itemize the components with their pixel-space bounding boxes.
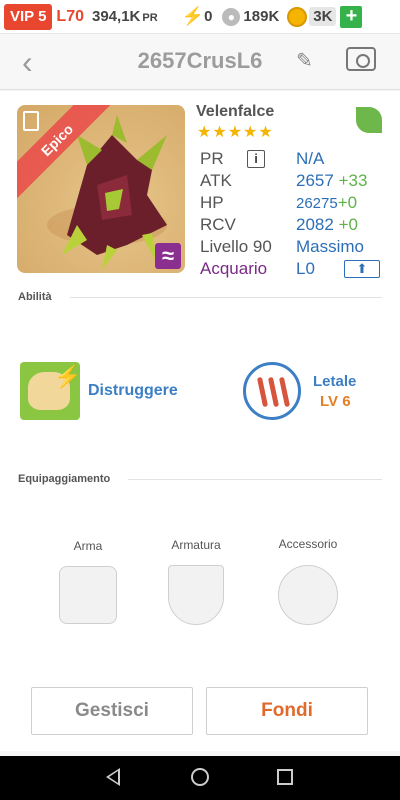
page-header: ‹ 2657CrusL6 ✎ <box>0 34 400 90</box>
nav-recents-icon[interactable] <box>277 769 293 785</box>
power-value: 394,1K <box>92 8 141 25</box>
trait-level: LV 6 <box>320 393 351 410</box>
stat-label: Acquario <box>200 259 268 278</box>
leaf-element-icon <box>356 107 382 133</box>
stat-bonus: +0 <box>337 193 358 212</box>
stat-label: Livello 90 <box>200 237 272 256</box>
status-bar: VIP 5 L70 394,1K PR ⚡ 0 ● 189K 3K + <box>0 0 400 34</box>
divider <box>70 297 382 298</box>
stat-row-hp: HP 26275+0 <box>200 193 357 213</box>
power-unit: PR <box>142 12 158 24</box>
stat-value: 2657 <box>296 171 334 190</box>
stat-value: L0 <box>296 259 315 278</box>
claw-mark <box>278 376 291 408</box>
slot-label-accessory: Accessorio <box>278 537 338 551</box>
rating-stars: ★★★★★ <box>197 124 274 141</box>
nav-back-icon[interactable] <box>106 768 120 786</box>
player-level: L70 <box>56 7 84 25</box>
stat-row-rcv: RCV 2082 +0 <box>200 215 358 235</box>
nav-home-icon[interactable] <box>191 768 209 786</box>
trait-name[interactable]: Letale <box>313 373 356 390</box>
monster-name: Velenfalce <box>196 103 275 120</box>
info-icon[interactable]: i <box>247 150 265 168</box>
manage-button[interactable]: Gestisci <box>31 687 193 735</box>
section-ability-title: Abilità <box>18 291 52 303</box>
monster-portrait[interactable]: Epico ≈ <box>17 105 185 273</box>
skill-icon[interactable]: ⚡ <box>20 362 82 420</box>
stat-label: HP <box>200 193 224 212</box>
claw-mark <box>256 376 269 408</box>
claw-mark <box>267 376 280 408</box>
monster-detail-card: Epico ≈ Velenfalce ★★★★★ PR i N/A ATK 26… <box>0 91 400 751</box>
energy-value: 0 <box>204 8 213 25</box>
section-equipment-title: Equipaggiamento <box>18 473 111 485</box>
system-nav-bar <box>0 756 400 800</box>
weapon-slot[interactable] <box>59 566 117 624</box>
accessory-slot[interactable] <box>278 565 338 625</box>
vip-badge[interactable]: VIP 5 <box>4 3 53 30</box>
energy-icon: ⚡ <box>181 6 205 26</box>
stat-row-atk: ATK 2657 +33 <box>200 171 367 191</box>
claw-trait-icon[interactable] <box>243 362 301 420</box>
stat-value: Massimo <box>296 237 365 256</box>
slot-label-weapon: Arma <box>73 539 103 553</box>
level-up-arrow-icon[interactable]: ⬆ <box>344 260 380 278</box>
add-currency-button[interactable]: + <box>340 5 363 28</box>
stat-label: PR <box>200 149 224 168</box>
coin-value: 3K <box>309 7 337 26</box>
stat-label: RCV <box>200 215 236 234</box>
stat-row-pr: PR i N/A <box>200 149 324 169</box>
slot-label-armor: Armatura <box>171 538 221 552</box>
stat-value: 2082 <box>296 215 334 234</box>
skill-name[interactable]: Distruggere <box>88 382 178 400</box>
fuse-button[interactable]: Fondi <box>206 687 368 735</box>
power-rating: 394,1K PR <box>92 8 158 25</box>
stat-row-aquarium: Acquario L0 ⬆ <box>200 259 380 279</box>
element-wave-icon: ≈ <box>155 243 181 269</box>
page-title: 2657CrusL6 <box>137 48 263 73</box>
stat-value: 26275 <box>296 195 338 212</box>
stat-bonus: +0 <box>338 215 358 234</box>
divider <box>128 479 382 480</box>
camera-icon[interactable] <box>346 47 376 71</box>
stat-value: N/A <box>296 149 325 168</box>
lightning-icon: ⚡ <box>54 364 82 389</box>
stat-label: ATK <box>200 171 232 190</box>
document-icon <box>23 111 39 131</box>
stat-row-level: Livello 90 Massimo <box>200 237 364 257</box>
armor-slot[interactable] <box>168 565 224 625</box>
paw-icon: ● <box>222 7 241 26</box>
coin-icon <box>287 6 308 27</box>
paw-currency-value: 189K <box>243 8 280 25</box>
edit-pencil-icon[interactable]: ✎ <box>296 48 313 73</box>
stat-bonus: +33 <box>338 171 368 190</box>
